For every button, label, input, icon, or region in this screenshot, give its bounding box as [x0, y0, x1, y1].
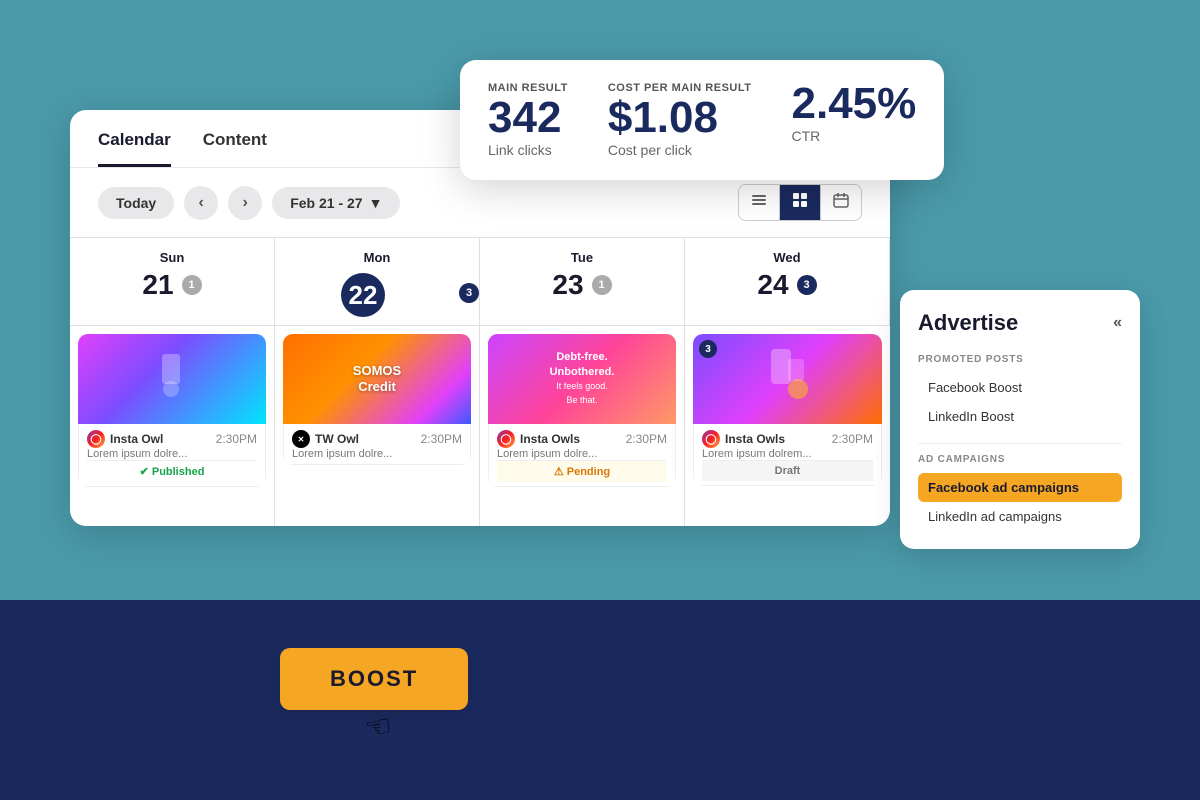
- day-count-tue: 1: [592, 275, 612, 295]
- post-time-mon: 2:30PM: [421, 432, 462, 446]
- advertise-collapse-button[interactable]: «: [1113, 314, 1122, 332]
- range-arrow: ▼: [369, 195, 383, 211]
- stat-main-result: MAIN RESULT 342 Link clicks: [488, 82, 568, 158]
- adv-item-linkedin-boost[interactable]: LinkedIn Boost: [918, 402, 1122, 431]
- tw-icon-mon: ✕: [292, 430, 310, 448]
- stat-ctr: 2.45% CTR: [792, 82, 917, 144]
- post-time-wed: 2:30PM: [832, 432, 873, 446]
- day-num-mon: 22: [341, 273, 385, 317]
- post-desc-wed: Lorem ipsum dolrem...: [702, 448, 873, 460]
- adv-item-facebook-boost[interactable]: Facebook Boost: [918, 373, 1122, 402]
- day-posts-wed: 3 ◯ Insta Owls 2:30PM Lorem ipsum dolrem…: [685, 326, 890, 526]
- post-info-tue: ◯ Insta Owls 2:30PM Lorem ipsum dolre...…: [488, 424, 676, 487]
- stat-ctr-value: 2.45%: [792, 82, 917, 126]
- post-card-wed[interactable]: 3 ◯ Insta Owls 2:30PM Lorem ipsum dolrem…: [693, 334, 882, 486]
- post-meta-sun: ◯ Insta Owl 2:30PM: [87, 430, 257, 448]
- post-time-sun: 2:30PM: [216, 432, 257, 446]
- thumb-label-tue: Debt-free.Unbothered.It feels good.Be th…: [544, 344, 621, 413]
- day-name-mon: Mon: [275, 250, 479, 265]
- day-num-sun: 21: [142, 269, 173, 301]
- calendar-grid: Sun 21 1 Mon 22 3 Tue 23 1 Wed 24 3: [70, 237, 890, 526]
- post-card-sun[interactable]: ◯ Insta Owl 2:30PM Lorem ipsum dolre... …: [78, 334, 266, 487]
- post-thumb-mon: SOMOSCredit: [283, 334, 471, 424]
- stat-cost-value: $1.08: [608, 96, 752, 140]
- stat-cost: COST PER MAIN RESULT $1.08 Cost per clic…: [608, 82, 752, 158]
- promoted-posts-label: PROMOTED POSTS: [918, 354, 1122, 365]
- post-desc-sun: Lorem ipsum dolre...: [87, 448, 257, 460]
- post-badge-wed: 3: [699, 340, 717, 358]
- day-posts-mon: SOMOSCredit ✕ TW Owl 2:30PM Lorem ipsum …: [275, 326, 480, 526]
- stat-ctr-sub: CTR: [792, 128, 917, 144]
- check-icon-sun: ✔: [140, 466, 149, 478]
- day-header-sun: Sun 21 1: [70, 238, 275, 326]
- post-name-sun: Insta Owl: [110, 432, 163, 446]
- next-button[interactable]: ›: [228, 186, 262, 220]
- view-grid-button[interactable]: [780, 185, 821, 220]
- day-name-wed: Wed: [685, 250, 889, 265]
- thumb-label-mon: SOMOSCredit: [353, 363, 401, 394]
- day-header-mon: Mon 22 3: [275, 238, 480, 326]
- post-info-sun: ◯ Insta Owl 2:30PM Lorem ipsum dolre... …: [78, 424, 266, 487]
- stat-main-value: 342: [488, 96, 568, 140]
- advertise-header: Advertise «: [918, 310, 1122, 336]
- range-label: Feb 21 - 27: [290, 195, 362, 211]
- post-status-wed: Draft: [702, 460, 873, 481]
- ig-icon-wed: ◯: [702, 430, 720, 448]
- adv-item-linkedin-campaigns[interactable]: LinkedIn ad campaigns: [918, 502, 1122, 531]
- ig-icon-sun: ◯: [87, 430, 105, 448]
- view-toggle: [738, 184, 862, 221]
- tab-calendar[interactable]: Calendar: [98, 130, 171, 167]
- post-thumb-tue: Debt-free.Unbothered.It feels good.Be th…: [488, 334, 676, 424]
- post-status-sun: ✔ Published: [87, 460, 257, 482]
- day-header-wed: Wed 24 3: [685, 238, 890, 326]
- cursor-pointer: ☜: [362, 708, 395, 747]
- day-name-tue: Tue: [480, 250, 684, 265]
- day-posts-tue: Debt-free.Unbothered.It feels good.Be th…: [480, 326, 685, 526]
- ad-campaigns-label: AD CAMPAIGNS: [918, 454, 1122, 465]
- advertise-panel: Advertise « PROMOTED POSTS Facebook Boos…: [900, 290, 1140, 549]
- boost-button[interactable]: BOOST: [280, 648, 468, 710]
- day-posts-sun: ◯ Insta Owl 2:30PM Lorem ipsum dolre... …: [70, 326, 275, 526]
- ig-icon-tue: ◯: [497, 430, 515, 448]
- day-count-wed: 3: [797, 275, 817, 295]
- post-card-tue[interactable]: Debt-free.Unbothered.It feels good.Be th…: [488, 334, 676, 487]
- post-info-mon: ✕ TW Owl 2:30PM Lorem ipsum dolre...: [283, 424, 471, 465]
- day-count-mon: 3: [459, 283, 479, 303]
- post-meta-tue: ◯ Insta Owls 2:30PM: [497, 430, 667, 448]
- post-thumb-sun: [78, 334, 266, 424]
- today-button[interactable]: Today: [98, 187, 174, 219]
- tab-content[interactable]: Content: [203, 130, 267, 167]
- day-num-wed: 24: [757, 269, 788, 301]
- post-info-wed: ◯ Insta Owls 2:30PM Lorem ipsum dolrem..…: [693, 424, 882, 486]
- post-name-wed: Insta Owls: [725, 432, 785, 446]
- adv-divider: [918, 443, 1122, 444]
- post-thumb-wed: 3: [693, 334, 882, 424]
- warn-icon-tue: ⚠: [554, 466, 564, 478]
- day-count-sun: 1: [182, 275, 202, 295]
- range-button[interactable]: Feb 21 - 27 ▼: [272, 187, 400, 219]
- prev-button[interactable]: ‹: [184, 186, 218, 220]
- stats-card: MAIN RESULT 342 Link clicks COST PER MAI…: [460, 60, 944, 180]
- post-name-tue: Insta Owls: [520, 432, 580, 446]
- adv-item-facebook-campaigns[interactable]: Facebook ad campaigns: [918, 473, 1122, 502]
- advertise-title: Advertise: [918, 310, 1018, 336]
- post-status-tue: ⚠ Pending: [497, 460, 667, 482]
- bg-strip: [0, 600, 1200, 800]
- stat-cost-sub: Cost per click: [608, 142, 752, 158]
- post-meta-mon: ✕ TW Owl 2:30PM: [292, 430, 462, 448]
- view-list-button[interactable]: [739, 185, 780, 220]
- post-name-mon: TW Owl: [315, 432, 359, 446]
- day-name-sun: Sun: [70, 250, 274, 265]
- day-num-tue: 23: [552, 269, 583, 301]
- post-time-tue: 2:30PM: [626, 432, 667, 446]
- post-desc-tue: Lorem ipsum dolre...: [497, 448, 667, 460]
- view-calendar-button[interactable]: [821, 185, 861, 220]
- post-desc-mon: Lorem ipsum dolre...: [292, 448, 462, 460]
- stat-main-sub: Link clicks: [488, 142, 568, 158]
- post-meta-wed: ◯ Insta Owls 2:30PM: [702, 430, 873, 448]
- post-card-mon[interactable]: SOMOSCredit ✕ TW Owl 2:30PM Lorem ipsum …: [283, 334, 471, 465]
- day-header-tue: Tue 23 1: [480, 238, 685, 326]
